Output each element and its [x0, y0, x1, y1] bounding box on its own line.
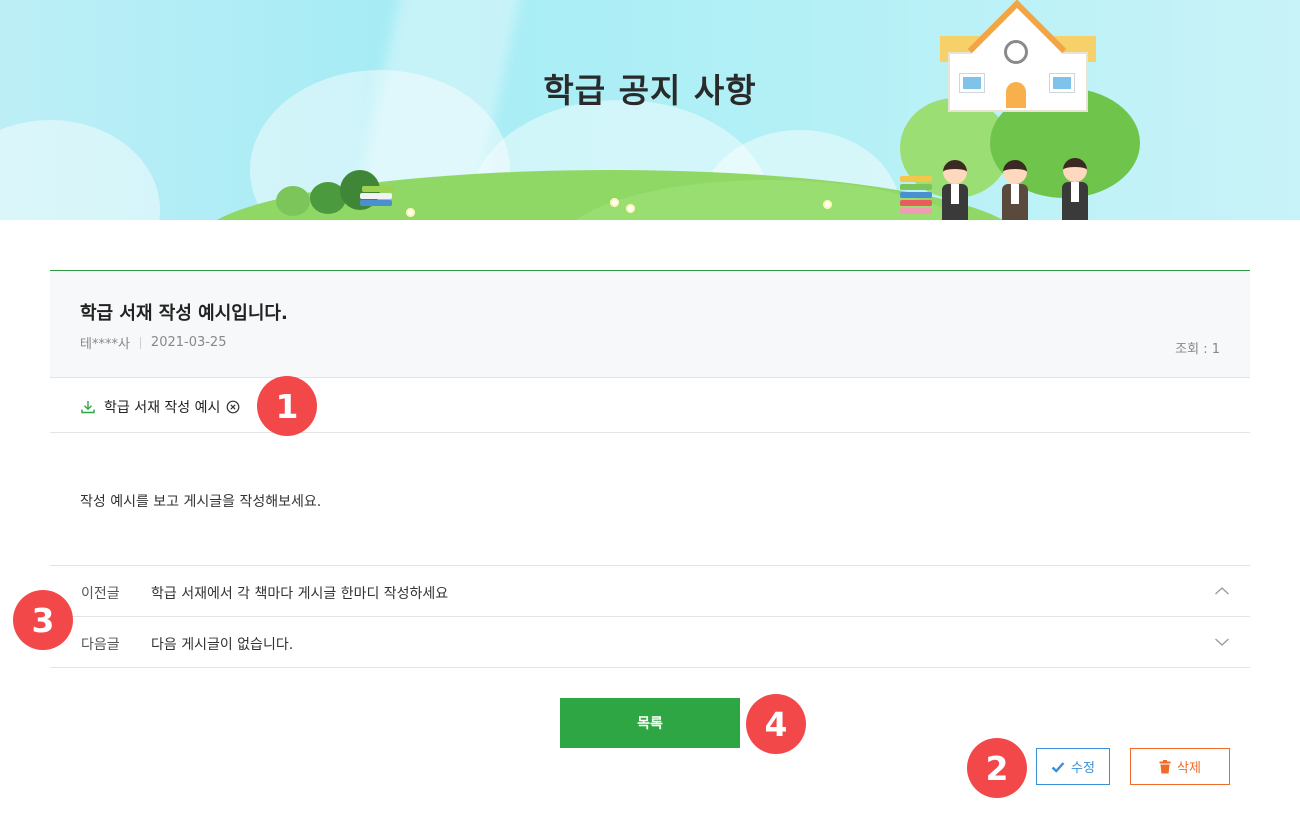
student-figure — [1060, 158, 1090, 220]
post-meta: 테****사 2021-03-25 — [80, 333, 226, 352]
callout-marker-2: 2 — [967, 738, 1027, 798]
flower — [406, 208, 415, 217]
callout-marker-4: 4 — [746, 694, 806, 754]
book-stack — [900, 208, 932, 214]
window — [959, 73, 985, 93]
meta-divider — [139, 336, 141, 349]
post-author: 테****사 — [80, 337, 130, 352]
cloud — [0, 120, 160, 220]
book-stack — [900, 200, 932, 206]
book-stack — [900, 192, 932, 198]
post-header: 학급 서재 작성 예시입니다. 테****사 2021-03-25 조회 : 1 — [50, 270, 1250, 378]
attachment-name: 학급 서재 작성 예시 — [104, 400, 221, 416]
student-figure — [1000, 160, 1030, 220]
delete-button-label: 삭제 — [1177, 760, 1201, 775]
attachment-link[interactable]: 학급 서재 작성 예시 — [80, 397, 240, 417]
callout-marker-3: 3 — [13, 590, 73, 650]
next-post-label: 다음글 — [81, 637, 120, 653]
clock-icon — [1004, 40, 1028, 64]
circle-x-icon[interactable] — [226, 400, 240, 414]
flower — [626, 204, 635, 213]
school-door — [1006, 82, 1026, 108]
attachment-row: 학급 서재 작성 예시 — [50, 378, 1250, 433]
chevron-up-icon — [1215, 587, 1229, 595]
post-title: 학급 서재 작성 예시입니다. — [80, 303, 288, 324]
book-stack — [900, 184, 932, 190]
book-stack — [362, 186, 394, 192]
page-banner: 학급 공지 사항 — [0, 0, 1300, 220]
flower — [610, 198, 619, 207]
prev-post-title[interactable]: 학급 서재에서 각 책마다 게시글 한마디 작성하세요 — [151, 583, 448, 603]
window — [1049, 73, 1075, 93]
delete-button[interactable]: 삭제 — [1130, 748, 1230, 785]
trash-icon — [1159, 759, 1171, 773]
book-stack — [360, 193, 392, 199]
bush — [276, 186, 310, 216]
next-post-title: 다음 게시글이 없습니다. — [151, 637, 294, 653]
prev-post-label: 이전글 — [81, 586, 120, 602]
chevron-down-icon — [1215, 638, 1229, 646]
next-post-row[interactable]: 다음글 다음 게시글이 없습니다. — [50, 617, 1250, 668]
post-date: 2021-03-25 — [150, 335, 227, 350]
post-detail: 학급 서재 작성 예시입니다. 테****사 2021-03-25 조회 : 1… — [50, 270, 1250, 668]
post-body-text: 작성 예시를 보고 게시글을 작성해보세요. — [80, 494, 322, 510]
list-button[interactable]: 목록 — [560, 698, 740, 748]
callout-marker-1: 1 — [257, 376, 317, 436]
flower — [823, 200, 832, 209]
post-body: 작성 예시를 보고 게시글을 작성해보세요. — [50, 433, 1250, 566]
check-icon — [1051, 761, 1065, 773]
post-views: 조회 : 1 — [1175, 342, 1220, 357]
student-figure — [940, 160, 970, 220]
download-icon — [81, 401, 95, 414]
book-stack — [900, 176, 932, 182]
prev-post-row[interactable]: 이전글 학급 서재에서 각 책마다 게시글 한마디 작성하세요 — [50, 566, 1250, 617]
book-stack — [360, 200, 392, 206]
edit-button-label: 수정 — [1071, 760, 1095, 775]
edit-button[interactable]: 수정 — [1036, 748, 1110, 785]
